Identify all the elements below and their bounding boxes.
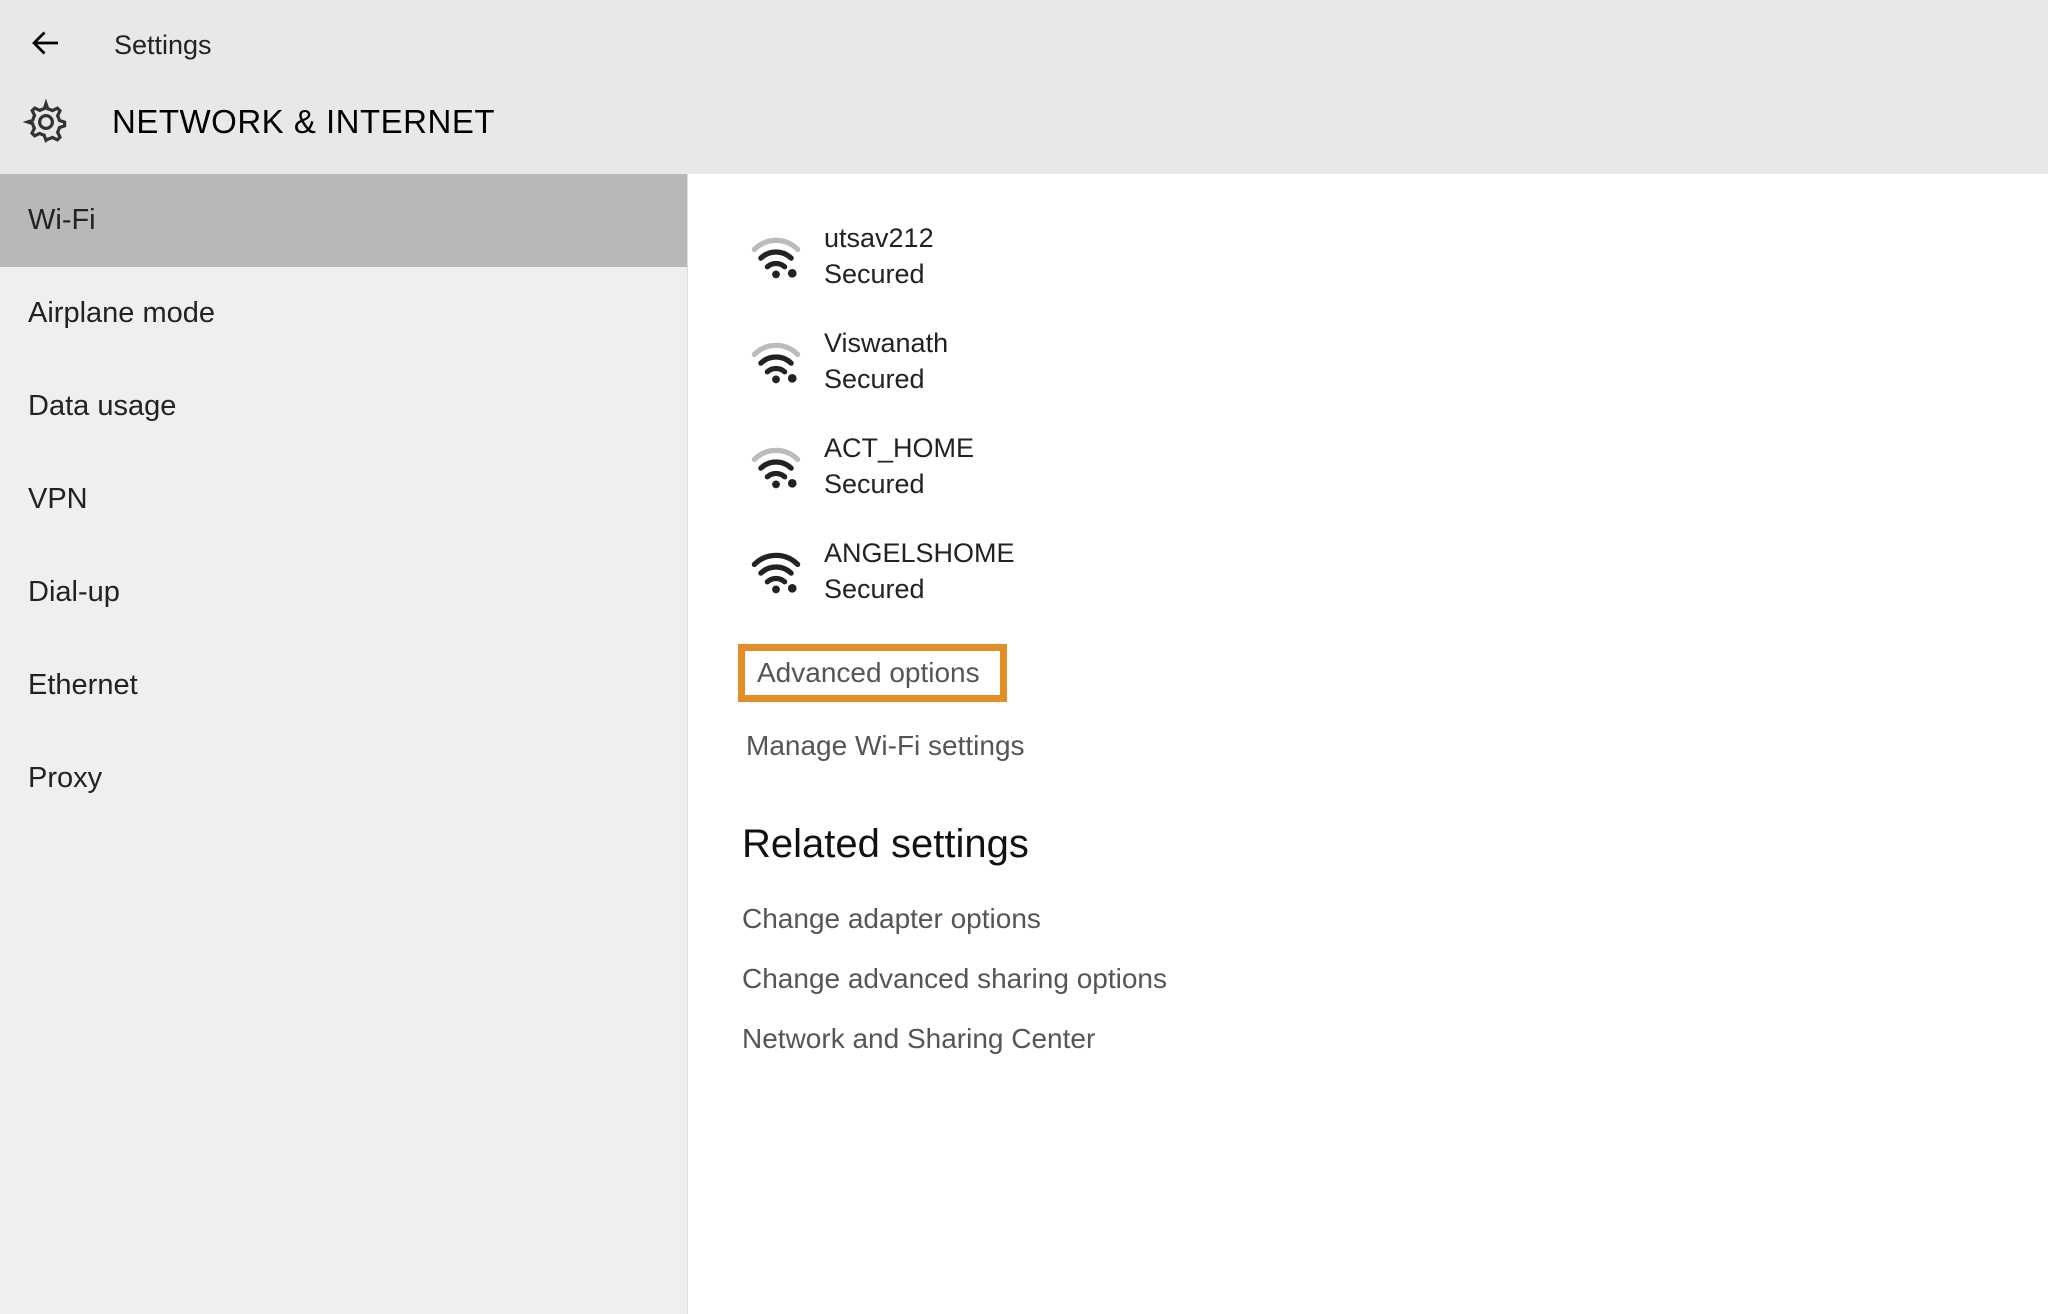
page-title: NETWORK & INTERNET bbox=[112, 103, 495, 141]
network-name: Viswanath bbox=[824, 325, 948, 361]
related-link-sharing[interactable]: Change advanced sharing options bbox=[738, 949, 1998, 1009]
network-item[interactable]: ACT_HOME Secured bbox=[738, 414, 1998, 519]
main-panel: utsav212 Secured Viswanath Secured ACT_H… bbox=[688, 174, 2048, 1314]
sidebar-item-vpn[interactable]: VPN bbox=[0, 453, 687, 546]
network-status: Secured bbox=[824, 256, 934, 292]
header-top: Settings bbox=[0, 15, 2048, 76]
network-info: ANGELSHOME Secured bbox=[824, 535, 1015, 608]
network-item[interactable]: utsav212 Secured bbox=[738, 204, 1998, 309]
network-item[interactable]: Viswanath Secured bbox=[738, 309, 1998, 414]
wifi-icon bbox=[750, 545, 802, 597]
app-title: Settings bbox=[114, 30, 212, 61]
wifi-icon bbox=[750, 230, 802, 282]
sidebar-item-proxy[interactable]: Proxy bbox=[0, 732, 687, 825]
related-link-nsc[interactable]: Network and Sharing Center bbox=[738, 1009, 1998, 1069]
network-name: utsav212 bbox=[824, 220, 934, 256]
back-icon[interactable] bbox=[28, 25, 64, 66]
body: Wi-Fi Airplane mode Data usage VPN Dial-… bbox=[0, 174, 2048, 1314]
highlighted-advanced-options: Advanced options bbox=[738, 624, 1998, 710]
related-settings-heading: Related settings bbox=[738, 822, 1998, 867]
sidebar-item-data-usage[interactable]: Data usage bbox=[0, 360, 687, 453]
header: Settings NETWORK & INTERNET bbox=[0, 0, 2048, 174]
network-name: ANGELSHOME bbox=[824, 535, 1015, 571]
network-info: utsav212 Secured bbox=[824, 220, 934, 293]
network-status: Secured bbox=[824, 361, 948, 397]
network-info: Viswanath Secured bbox=[824, 325, 948, 398]
manage-wifi-link[interactable]: Manage Wi-Fi settings bbox=[738, 718, 1025, 774]
network-info: ACT_HOME Secured bbox=[824, 430, 974, 503]
network-status: Secured bbox=[824, 466, 974, 502]
sidebar: Wi-Fi Airplane mode Data usage VPN Dial-… bbox=[0, 174, 688, 1314]
sidebar-item-airplane-mode[interactable]: Airplane mode bbox=[0, 267, 687, 360]
sidebar-item-ethernet[interactable]: Ethernet bbox=[0, 639, 687, 732]
gear-icon bbox=[22, 98, 70, 146]
wifi-icon bbox=[750, 440, 802, 492]
wifi-icon bbox=[750, 335, 802, 387]
network-status: Secured bbox=[824, 571, 1015, 607]
sidebar-item-wifi[interactable]: Wi-Fi bbox=[0, 174, 687, 267]
related-link-adapter[interactable]: Change adapter options bbox=[738, 889, 1998, 949]
header-bottom: NETWORK & INTERNET bbox=[0, 76, 2048, 174]
advanced-options-link[interactable]: Advanced options bbox=[757, 657, 980, 689]
sidebar-item-dial-up[interactable]: Dial-up bbox=[0, 546, 687, 639]
network-name: ACT_HOME bbox=[824, 430, 974, 466]
network-item[interactable]: ANGELSHOME Secured bbox=[738, 519, 1998, 624]
